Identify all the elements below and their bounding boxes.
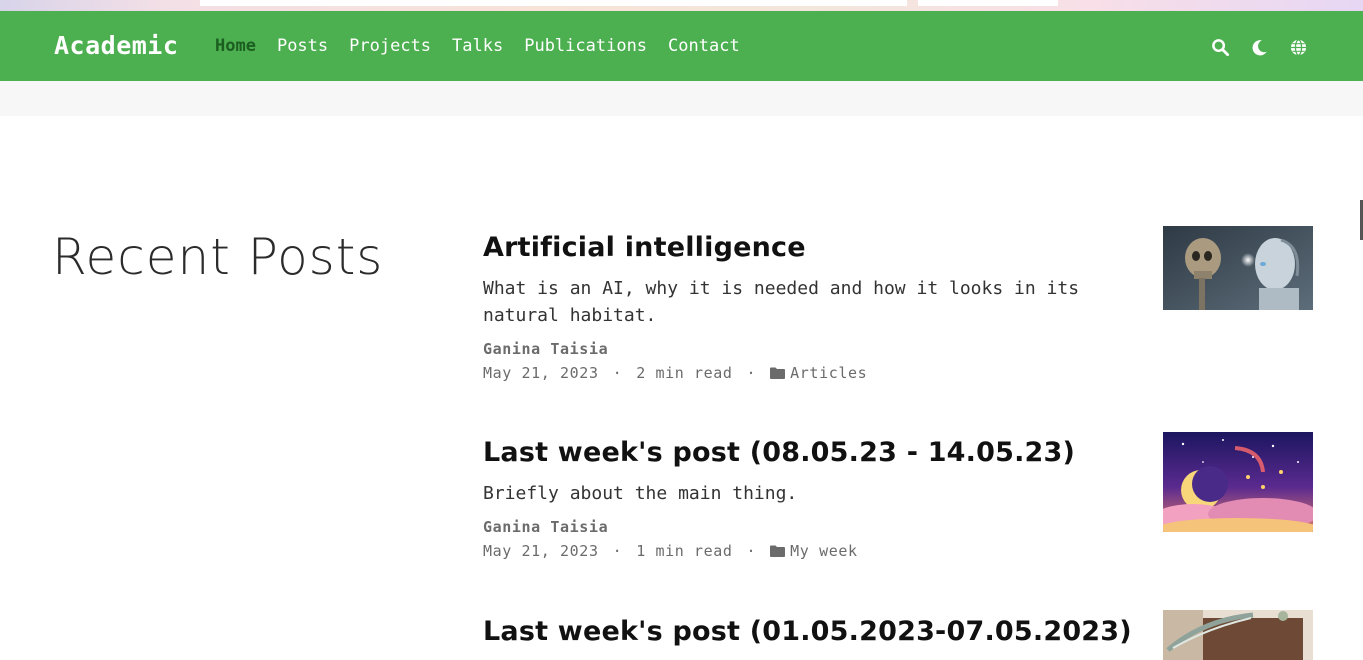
post-category[interactable]: Articles <box>790 364 867 382</box>
meta-separator: · <box>612 542 623 560</box>
search-icon[interactable] <box>1210 37 1230 57</box>
main-navbar: Academic Home Posts Projects Talks Publi… <box>0 11 1363 81</box>
site-brand[interactable]: Academic <box>54 31 178 60</box>
post-category[interactable]: My week <box>790 542 857 560</box>
nav-item-contact[interactable]: Contact <box>668 36 740 56</box>
notebook-feather-image <box>1163 610 1313 660</box>
nav-item-publications[interactable]: Publications <box>524 36 647 56</box>
post-summary: Briefly about the main thing. <box>483 483 798 504</box>
nav-icons <box>1210 37 1308 57</box>
moon-icon[interactable] <box>1249 37 1269 57</box>
meta-separator: · <box>612 364 623 382</box>
meta-separator: · <box>746 542 757 560</box>
globe-icon[interactable] <box>1288 37 1308 57</box>
post-meta: May 21, 2023 · 2 min read · Articles <box>483 364 1313 382</box>
post-author[interactable]: Ganina Taisia <box>483 340 1313 358</box>
post-date: May 21, 2023 <box>483 364 599 382</box>
nav-item-home[interactable]: Home <box>215 36 256 56</box>
folder-icon <box>770 367 786 379</box>
ai-skull-robot-image <box>1163 226 1313 310</box>
post-read-time: 1 min read <box>636 542 733 560</box>
post-summary: What is an AI, why it is needed and how … <box>483 278 1080 326</box>
post-date: May 21, 2023 <box>483 542 599 560</box>
banner-panel <box>918 0 1058 6</box>
post-read-time: 2 min read <box>636 364 733 382</box>
top-banner-strip <box>0 0 1363 11</box>
post-thumbnail[interactable] <box>1163 226 1313 310</box>
nav-item-projects[interactable]: Projects <box>349 36 431 56</box>
banner-panel <box>200 0 907 6</box>
header-subbar <box>0 81 1363 116</box>
post-meta: May 21, 2023 · 1 min read · My week <box>483 542 1313 560</box>
meta-separator: · <box>746 364 757 382</box>
post-thumbnail[interactable] <box>1163 432 1313 532</box>
nav-item-talks[interactable]: Talks <box>452 36 503 56</box>
section-title: Recent Posts <box>52 228 384 286</box>
nav-links: Home Posts Projects Talks Publications C… <box>215 36 761 56</box>
post-thumbnail[interactable] <box>1163 610 1313 660</box>
nav-item-posts[interactable]: Posts <box>277 36 328 56</box>
folder-icon <box>770 545 786 557</box>
moon-night-sky-image <box>1163 432 1313 532</box>
